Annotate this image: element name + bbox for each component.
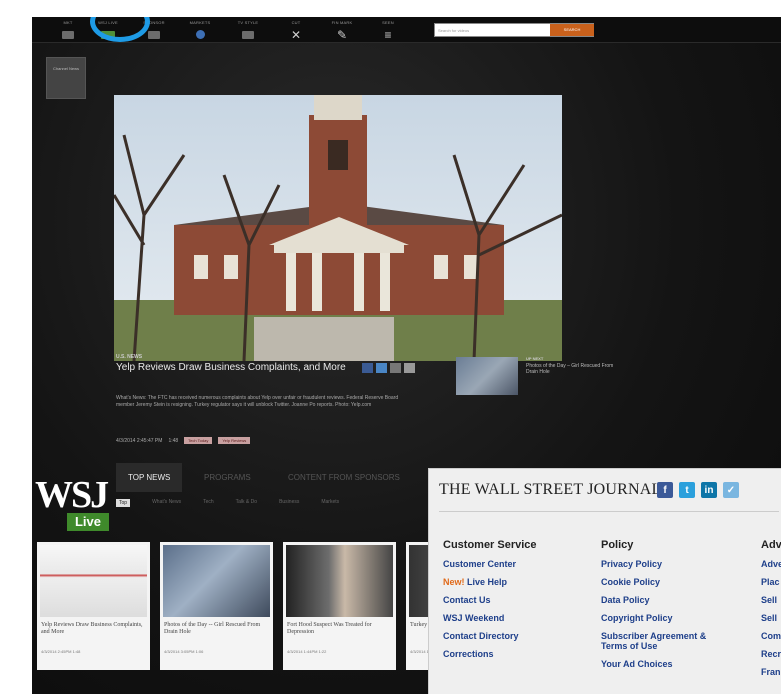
twitter-icon[interactable] — [376, 363, 387, 373]
link-contact-directory[interactable]: Contact Directory — [443, 631, 537, 641]
nav-item-4[interactable]: Tv Style — [230, 20, 266, 40]
subtab-whats-news[interactable]: What's News — [152, 499, 181, 507]
subtab-top[interactable]: Top — [116, 499, 131, 507]
share-bar — [362, 363, 415, 373]
video-player[interactable] — [114, 95, 562, 361]
story-timestamp: 4/3/2014 2:45:47 PM — [116, 437, 163, 444]
video-card[interactable]: Photos of the Day -- Girl Rescued From D… — [160, 542, 273, 670]
tv-icon — [62, 31, 74, 39]
link-privacy-policy[interactable]: Privacy Policy — [601, 559, 731, 569]
story-duration: 1:48 — [168, 437, 179, 444]
doc-icon — [148, 31, 160, 39]
facebook-icon[interactable] — [362, 363, 373, 373]
link-adv-3[interactable]: Sell — [761, 613, 781, 623]
subtab-bar: Top What's News Tech Talk & Do Business … — [116, 499, 339, 507]
link-subscriber-agreement[interactable]: Subscriber Agreement & Terms of Use — [601, 631, 731, 651]
link-customer-center[interactable]: Customer Center — [443, 559, 537, 569]
link-wsj-weekend[interactable]: WSJ Weekend — [443, 613, 537, 623]
link-adv-0[interactable]: Adve — [761, 559, 781, 569]
embed-icon[interactable] — [390, 363, 401, 373]
link-adv-6[interactable]: Fran — [761, 667, 781, 677]
globe-icon — [195, 30, 205, 39]
tab-sponsors[interactable]: CONTENT FROM SPONSORS — [288, 473, 400, 482]
link-copyright-policy[interactable]: Copyright Policy — [601, 613, 731, 623]
card-thumbnail — [40, 545, 147, 617]
link-ad-choices[interactable]: Your Ad Choices — [601, 659, 731, 669]
nav-item-6[interactable]: Fin Mark ✎ — [324, 20, 360, 42]
footer-col-customer-service: Customer Service Customer Center New! Li… — [443, 539, 537, 659]
link-adv-4[interactable]: Com — [761, 631, 781, 641]
up-next-title[interactable]: Photos of the Day – Girl Rescued From Dr… — [526, 363, 616, 375]
footer-col-advertising: Adv Adve Plac Sell Sell Com Recr Fran — [761, 539, 781, 685]
link-contact-us[interactable]: Contact Us — [443, 595, 537, 605]
tag-2[interactable]: Yelp Reviews — [218, 437, 251, 444]
footer-divider — [439, 511, 779, 512]
card-thumbnail — [163, 545, 270, 617]
link-adv-1[interactable]: Plac — [761, 577, 781, 587]
link-adv-5[interactable]: Recr — [761, 649, 781, 659]
subtab-talk[interactable]: Talk & Do — [236, 499, 257, 507]
search-button[interactable]: SEARCH — [550, 24, 594, 36]
link-data-policy[interactable]: Data Policy — [601, 595, 731, 605]
wsj-live-logo: WSJ Live — [35, 474, 109, 531]
story-headline[interactable]: Yelp Reviews Draw Business Complaints, a… — [116, 362, 366, 373]
tab-top-news[interactable]: TOP NEWS — [116, 463, 183, 492]
tv-icon — [242, 31, 254, 39]
story-summary: What's News: The FTC has received numero… — [116, 395, 399, 408]
video-card[interactable]: Yelp Reviews Draw Business Complaints, a… — [37, 542, 150, 670]
link-live-help[interactable]: New! Live Help — [443, 577, 537, 587]
nav-item-5[interactable]: Cut ✕ — [278, 20, 314, 42]
subtab-tech[interactable]: Tech — [203, 499, 214, 507]
video-card[interactable]: Fort Hood Suspect Was Treated for Depres… — [283, 542, 396, 670]
link-adv-2[interactable]: Sell — [761, 595, 781, 605]
footer-col-policy: Policy Privacy Policy Cookie Policy Data… — [601, 539, 731, 677]
nav-item-0[interactable]: Mkt — [50, 20, 86, 40]
close-icon: ✕ — [290, 28, 302, 42]
nav-item-7[interactable]: Seen ≡ — [370, 20, 406, 42]
channel-logo: Channel News — [46, 57, 86, 99]
up-next-thumbnail[interactable] — [456, 357, 518, 395]
facebook-icon[interactable]: f — [657, 482, 673, 498]
up-next-label: UP NEXT — [526, 356, 544, 361]
building-photo — [114, 95, 562, 361]
linkedin-icon[interactable]: in — [701, 482, 717, 498]
nav-item-3[interactable]: Markets — [182, 20, 218, 40]
subtab-markets[interactable]: Markets — [321, 499, 339, 507]
tag-1[interactable]: Tech Today — [184, 437, 213, 444]
link-corrections[interactable]: Corrections — [443, 649, 537, 659]
email-icon[interactable]: ✓ — [723, 482, 739, 498]
twitter-icon[interactable]: t — [679, 482, 695, 498]
pencil-icon: ✎ — [336, 28, 348, 42]
story-kicker: U.S. NEWS — [116, 354, 143, 360]
wsj-footer: THE WALL STREET JOURNAL. f t in ✓ Custom… — [428, 468, 781, 694]
tab-programs[interactable]: PROGRAMS — [204, 473, 251, 482]
card-thumbnail — [286, 545, 393, 617]
email-icon[interactable] — [404, 363, 415, 373]
wsj-masthead[interactable]: THE WALL STREET JOURNAL. — [439, 481, 666, 499]
menu-icon: ≡ — [384, 28, 392, 42]
subtab-business[interactable]: Business — [279, 499, 299, 507]
link-cookie-policy[interactable]: Cookie Policy — [601, 577, 731, 587]
social-links: f t in ✓ — [657, 482, 739, 498]
story-meta: 4/3/2014 2:45:47 PM 1:48 Tech Today Yelp… — [116, 437, 251, 444]
